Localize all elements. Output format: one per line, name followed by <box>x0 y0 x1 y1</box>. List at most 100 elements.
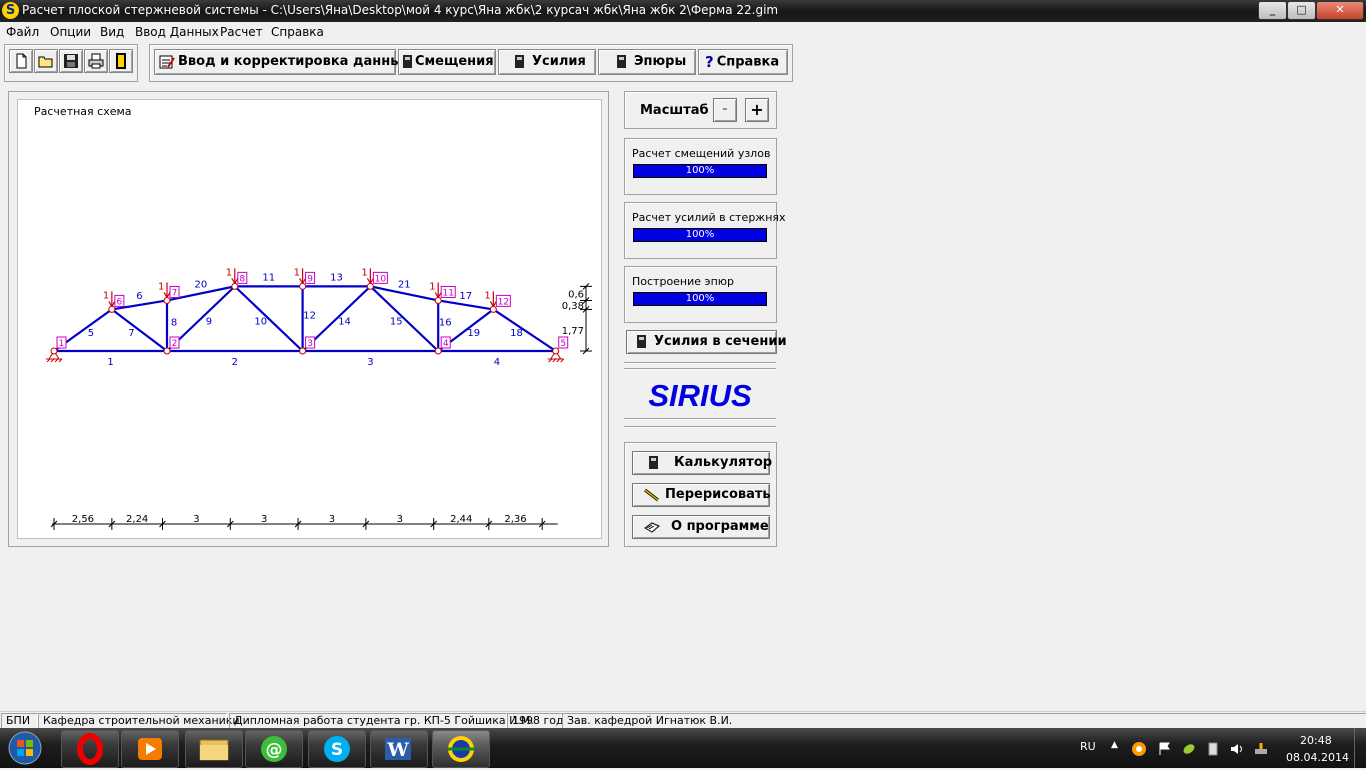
zoom-in-button[interactable]: + <box>745 98 769 122</box>
menu-data-input[interactable]: Ввод Данных <box>135 25 219 39</box>
drawing-canvas[interactable]: Расчетная схема 1 2 3 4 5 6 7 8 9 20 10 11 12 13 14 15 2… <box>17 99 602 539</box>
node-label-3: 3 <box>307 339 313 349</box>
separator <box>624 368 776 370</box>
load-value-10: 1 <box>361 267 367 278</box>
tools-panel: Калькулятор Перерисовать О программе <box>624 442 777 547</box>
calculator-icon <box>617 55 626 68</box>
node-1 <box>50 347 58 355</box>
input-data-button[interactable]: Ввод и корректировка данных <box>154 49 410 75</box>
node-label-2: 2 <box>172 339 178 349</box>
exit-button[interactable] <box>109 49 133 73</box>
about-button[interactable]: О программе <box>632 515 770 539</box>
diagrams-button[interactable]: Эпюры <box>598 49 696 75</box>
node-label-6: 6 <box>116 297 122 307</box>
truss-member-7 <box>111 308 168 352</box>
print-button[interactable] <box>84 49 108 73</box>
member-label-20: 20 <box>195 279 208 290</box>
forces-label: Усилия <box>532 54 586 69</box>
node-label-12: 12 <box>498 297 509 307</box>
tray-device-icon[interactable] <box>1205 741 1221 757</box>
status-year: 1998 год <box>507 713 564 729</box>
minimize-button[interactable]: _ <box>1258 1 1287 20</box>
start-button[interactable] <box>4 730 46 766</box>
taskbar: @ S W RU ▲ 20:48 08.04.2014 <box>0 728 1366 768</box>
clock-date[interactable]: 08.04.2014 <box>1286 751 1349 764</box>
node-5 <box>552 347 560 355</box>
open-folder-icon <box>38 56 53 68</box>
menu-view[interactable]: Вид <box>100 25 124 39</box>
help-button[interactable]: ? Справка <box>698 49 788 75</box>
edit-document-icon <box>159 55 175 68</box>
menu-help[interactable]: Справка <box>271 25 324 39</box>
member-label-21: 21 <box>398 279 411 290</box>
load-value-6: 1 <box>103 290 109 301</box>
tray-app-icon[interactable] <box>1131 741 1147 757</box>
diagrams-label: Эпюры <box>634 54 687 69</box>
member-label-13: 13 <box>330 272 343 283</box>
section-forces-button[interactable]: Усилия в сечении <box>626 330 787 354</box>
node-label-5: 5 <box>560 339 566 349</box>
node-10 <box>366 282 374 290</box>
forces-button[interactable]: Усилия <box>498 49 596 75</box>
node-11 <box>434 296 442 304</box>
member-label-8: 8 <box>171 318 177 329</box>
book-icon <box>644 521 660 533</box>
save-file-button[interactable] <box>59 49 83 73</box>
close-button[interactable]: ✕ <box>1316 1 1364 20</box>
file-toolbar <box>4 44 138 82</box>
node-7 <box>163 296 171 304</box>
dimension-label-3: 3 <box>261 514 267 525</box>
node-label-9: 9 <box>307 274 313 284</box>
tray-leaf-icon[interactable] <box>1181 741 1197 757</box>
menu-options[interactable]: Опции <box>50 25 91 39</box>
member-label-18: 18 <box>510 328 523 339</box>
taskbar-word[interactable]: W <box>370 730 428 768</box>
clock-time[interactable]: 20:48 <box>1300 734 1332 747</box>
taskbar-explorer[interactable] <box>185 730 243 768</box>
network-icon[interactable] <box>1253 741 1269 757</box>
scale-panel: Масштаб - + <box>624 91 777 129</box>
svg-text:@: @ <box>266 740 283 760</box>
taskbar-skype[interactable]: S <box>308 730 366 768</box>
progress-forces-label: Расчет усилий в стержнях <box>632 211 786 224</box>
svg-text:S: S <box>331 740 343 760</box>
volume-icon[interactable] <box>1229 741 1245 757</box>
load-value-12: 1 <box>484 290 490 301</box>
member-label-17: 17 <box>459 291 472 302</box>
language-indicator[interactable]: RU <box>1080 740 1096 753</box>
title-bar: S Расчет плоской стержневой системы - C:… <box>0 0 1366 22</box>
dimension-label-6: 2,44 <box>450 514 472 525</box>
node-label-10: 10 <box>375 274 387 284</box>
redraw-button[interactable]: Перерисовать <box>632 483 771 507</box>
member-label-2: 2 <box>232 357 238 368</box>
separator <box>624 362 776 364</box>
progress-forces-bar: 100% <box>633 228 767 242</box>
show-hidden-icons[interactable]: ▲ <box>1111 740 1118 750</box>
calculator-button[interactable]: Калькулятор <box>632 451 772 475</box>
member-label-7: 7 <box>128 328 134 339</box>
progress-diagrams-bar: 100% <box>633 292 767 306</box>
load-value-9: 1 <box>294 267 300 278</box>
exit-door-icon <box>116 53 126 69</box>
open-file-button[interactable] <box>34 49 58 73</box>
menu-file[interactable]: Файл <box>6 25 39 39</box>
show-desktop-button[interactable] <box>1354 728 1366 768</box>
start-orb-icon <box>8 731 42 765</box>
status-org: БПИ <box>1 713 38 729</box>
media-player-icon <box>138 738 162 760</box>
node-label-7: 7 <box>172 288 178 298</box>
app-icon[interactable]: S <box>2 2 19 19</box>
node-3 <box>299 347 307 355</box>
displacements-button[interactable]: Смещения <box>398 49 496 75</box>
taskbar-sirius[interactable] <box>432 730 490 768</box>
action-center-flag-icon[interactable] <box>1157 741 1173 757</box>
taskbar-mail-agent[interactable]: @ <box>245 730 303 768</box>
calculator-icon <box>515 55 524 68</box>
taskbar-opera[interactable] <box>61 730 119 768</box>
maximize-button[interactable]: □ <box>1287 1 1316 20</box>
node-4 <box>434 347 442 355</box>
new-file-button[interactable] <box>9 49 33 73</box>
menu-calculation[interactable]: Расчет <box>220 25 263 39</box>
zoom-out-button[interactable]: - <box>713 98 737 122</box>
taskbar-media[interactable] <box>121 730 179 768</box>
